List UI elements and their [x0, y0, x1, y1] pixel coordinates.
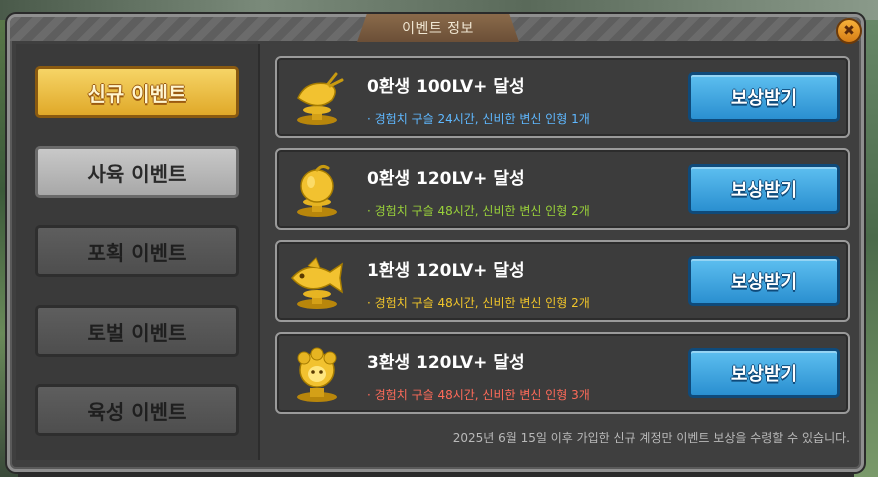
event-title: 3환생 120LV+ 달성: [367, 353, 525, 373]
sidebar-item-label: 토벌 이벤트: [87, 320, 187, 345]
sidebar-item-label: 사육 이벤트: [87, 161, 187, 186]
event-title: 0환생 100LV+ 달성: [367, 77, 525, 97]
claim-reward-button[interactable]: 보상받기: [688, 348, 840, 398]
close-icon: ✖: [843, 23, 855, 39]
event-reward-description: · 경험치 구슬 48시간, 신비한 변신 인형 2개: [367, 296, 590, 310]
window-title: 이벤트 정보: [357, 14, 519, 42]
claim-reward-button[interactable]: 보상받기: [688, 164, 840, 214]
event-reward-description: · 경험치 구슬 48시간, 신비한 변신 인형 3개: [367, 388, 590, 402]
golden-fish-trophy-icon: [290, 257, 343, 309]
claim-reward-label: 보상받기: [730, 364, 798, 385]
event-list: 0환생 100LV+ 달성 · 경험치 구슬 24시간, 신비한 변신 인형 1…: [260, 44, 854, 460]
event-row: 1환생 120LV+ 달성 · 경험치 구슬 48시간, 신비한 변신 인형 2…: [275, 240, 850, 322]
event-title: 0환생 120LV+ 달성: [367, 169, 525, 189]
sidebar-item-new-event[interactable]: 신규 이벤트: [35, 66, 239, 118]
sidebar-item-subjugation-event[interactable]: 토벌 이벤트: [35, 305, 239, 357]
event-reward-description: · 경험치 구슬 24시간, 신비한 변신 인형 1개: [367, 112, 590, 126]
event-row: 0환생 100LV+ 달성 · 경험치 구슬 24시간, 신비한 변신 인형 1…: [275, 56, 850, 138]
sidebar-item-label: 포획 이벤트: [87, 240, 187, 265]
claim-reward-button[interactable]: 보상받기: [688, 72, 840, 122]
event-title: 1환생 120LV+ 달성: [367, 261, 525, 281]
sidebar-item-label: 육성 이벤트: [87, 399, 187, 424]
close-button[interactable]: ✖: [836, 18, 862, 44]
claim-reward-label: 보상받기: [730, 88, 798, 109]
event-row: 3환생 120LV+ 달성 · 경험치 구슬 48시간, 신비한 변신 인형 3…: [275, 332, 850, 414]
golden-carrot-trophy-icon: [297, 72, 344, 125]
sidebar-item-label: 신규 이벤트: [87, 81, 187, 106]
golden-sheep-trophy-icon: [297, 347, 337, 402]
golden-fruit-trophy-icon: [297, 164, 337, 217]
event-reward-description: · 경험치 구슬 48시간, 신비한 변신 인형 2개: [367, 204, 590, 218]
sidebar-item-capture-event[interactable]: 포획 이벤트: [35, 225, 239, 277]
event-category-sidebar: 신규 이벤트 사육 이벤트 포획 이벤트 토벌 이벤트 육성 이벤트: [16, 44, 260, 460]
claim-reward-label: 보상받기: [730, 180, 798, 201]
sidebar-item-growth-event[interactable]: 육성 이벤트: [35, 384, 239, 436]
event-row: 0환생 120LV+ 달성 · 경험치 구슬 48시간, 신비한 변신 인형 2…: [275, 148, 850, 230]
claim-reward-button[interactable]: 보상받기: [688, 256, 840, 306]
eligibility-notice: 2025년 6월 15일 이후 가입한 신규 계정만 이벤트 보상을 수령할 수…: [452, 431, 850, 445]
claim-reward-label: 보상받기: [730, 272, 798, 293]
sidebar-item-breeding-event[interactable]: 사육 이벤트: [35, 146, 239, 198]
